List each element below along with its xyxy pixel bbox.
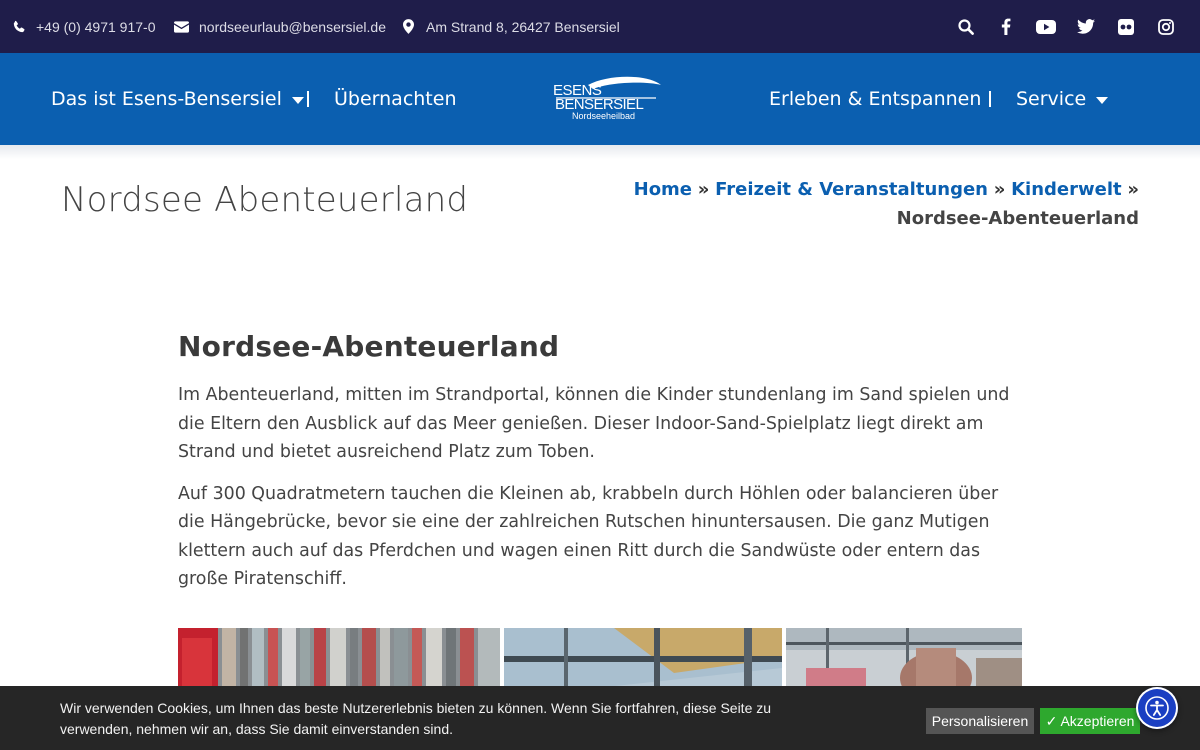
breadcrumb-link-kinderwelt[interactable]: Kinderwelt	[1011, 179, 1122, 200]
page-title: Nordsee Abenteuerland	[61, 180, 469, 220]
youtube-link[interactable]	[1026, 0, 1066, 53]
breadcrumb-separator: »	[993, 179, 1006, 200]
nav-item-label: Übernachten	[334, 88, 457, 110]
social-links	[946, 0, 1186, 53]
instagram-link[interactable]	[1146, 0, 1186, 53]
accept-button[interactable]: ✓ Akzeptieren	[1040, 708, 1140, 734]
nav-item-label: Service	[1016, 88, 1087, 110]
site-logo[interactable]: ESENS BENSERSIEL Nordseeheilbad	[548, 76, 666, 126]
facebook-icon	[1001, 18, 1011, 35]
article-paragraph: Auf 300 Quadratmetern tauchen die Kleine…	[178, 483, 999, 590]
email-address[interactable]: nordseeurlaub@bensersiel.de	[199, 19, 386, 35]
breadcrumb-current: Nordsee-Abenteuerland	[896, 208, 1139, 229]
breadcrumb-separator: »	[1127, 179, 1139, 200]
phone-icon	[13, 20, 25, 32]
instagram-icon	[1158, 18, 1174, 35]
map-pin-icon	[403, 19, 414, 34]
breadcrumb-link-freizeit[interactable]: Freizeit & Veranstaltungen	[715, 179, 988, 200]
phone-contact[interactable]: +49 (0) 4971 917-0	[12, 0, 155, 53]
top-contact-bar: +49 (0) 4971 917-0 nordseeurlaub@bensers…	[0, 0, 1200, 53]
nav-item-label: Das ist Esens-Bensersiel	[51, 88, 282, 110]
article-content: Nordsee-Abenteuerland Im Abenteuerland, …	[178, 330, 1028, 607]
address-contact[interactable]: Am Strand 8, 26427 Bensersiel	[403, 0, 620, 53]
breadcrumb-separator: »	[697, 179, 710, 200]
breadcrumb-link-home[interactable]: Home	[634, 179, 692, 200]
nav-item-service[interactable]: Service	[1016, 53, 1109, 145]
cookie-text: Wir verwenden Cookies, um Ihnen das best…	[60, 700, 772, 737]
envelope-icon	[174, 20, 189, 33]
nav-separator	[989, 91, 991, 107]
article-heading: Nordsee-Abenteuerland	[178, 330, 560, 363]
flickr-link[interactable]	[1106, 0, 1146, 53]
nav-item-erleben-entspannen[interactable]: Erleben & Entspannen	[769, 53, 981, 145]
email-contact[interactable]: nordseeurlaub@bensersiel.de	[174, 0, 386, 53]
nav-item-uebernachten[interactable]: Übernachten	[334, 53, 457, 145]
facebook-link[interactable]	[986, 0, 1026, 53]
cookie-banner: Wir verwenden Cookies, um Ihnen das best…	[0, 686, 1200, 750]
logo-line-3: Nordseeheilbad	[572, 111, 635, 121]
nav-separator	[307, 91, 309, 107]
article-paragraph: Im Abenteuerland, mitten im Strandportal…	[178, 385, 1010, 462]
caret-down-icon	[291, 96, 304, 104]
caret-down-icon	[1096, 96, 1109, 104]
phone-number[interactable]: +49 (0) 4971 917-0	[36, 19, 155, 35]
twitter-icon	[1077, 19, 1095, 34]
nav-shadow	[0, 145, 1200, 159]
search-button[interactable]	[946, 0, 986, 53]
twitter-link[interactable]	[1066, 0, 1106, 53]
accessibility-button[interactable]	[1136, 687, 1178, 729]
personalize-button[interactable]: Personalisieren	[926, 708, 1034, 734]
flickr-icon	[1118, 18, 1134, 35]
nav-item-das-ist-esens-bensersiel[interactable]: Das ist Esens-Bensersiel	[51, 53, 304, 145]
youtube-icon	[1036, 19, 1056, 34]
breadcrumb: Home » Freizeit & Veranstaltungen » Kind…	[619, 175, 1139, 233]
search-icon	[958, 18, 974, 35]
accessibility-icon	[1145, 696, 1169, 720]
street-address[interactable]: Am Strand 8, 26427 Bensersiel	[426, 19, 620, 35]
nav-item-label: Erleben & Entspannen	[769, 88, 982, 110]
